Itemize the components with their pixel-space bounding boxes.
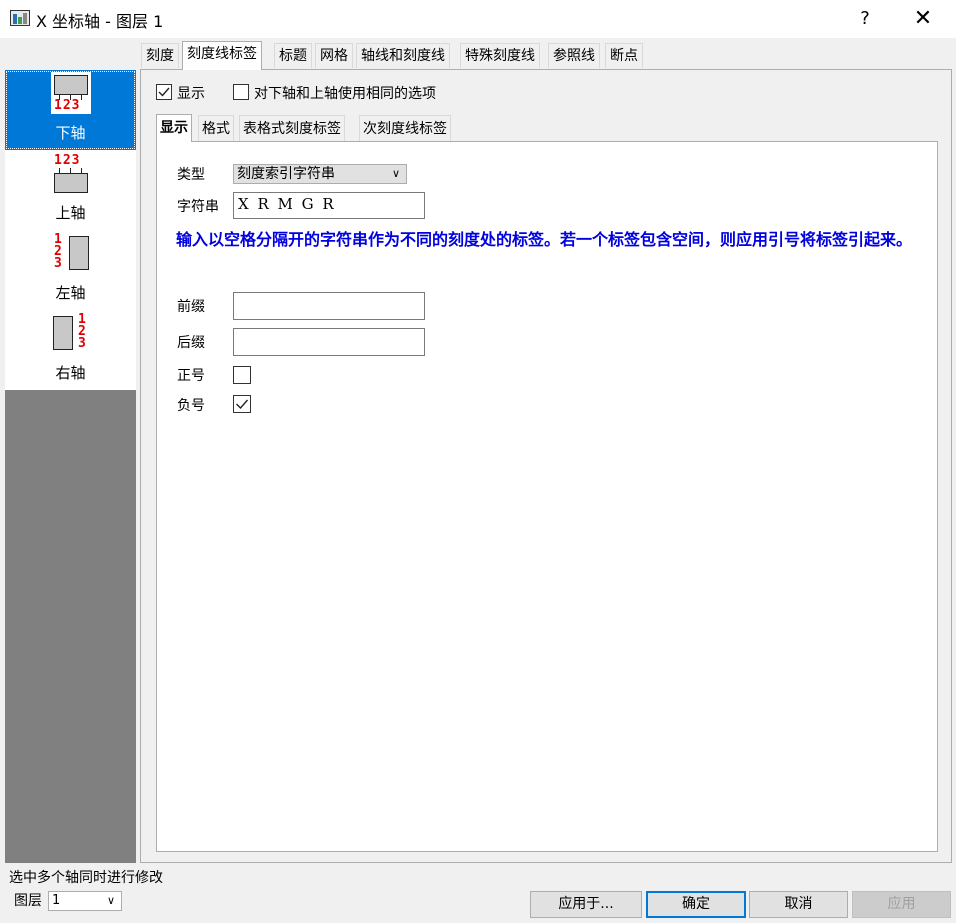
- inner-tab-display[interactable]: 显示: [156, 114, 192, 142]
- axis-item-right[interactable]: 123 右轴: [5, 310, 136, 390]
- same-options-label: 对下轴和上轴使用相同的选项: [254, 86, 436, 102]
- apply-to-button[interactable]: 应用于...: [530, 891, 642, 918]
- same-options-checkbox[interactable]: [233, 84, 249, 100]
- prefix-input[interactable]: [233, 292, 425, 320]
- layer-dropdown[interactable]: 1 ∨: [48, 891, 122, 911]
- suffix-label: 后缀: [177, 335, 205, 351]
- check-icon: [158, 87, 170, 97]
- plus-sign-label: 正号: [177, 368, 205, 384]
- axis-item-bottom[interactable]: 123 下轴: [5, 70, 136, 150]
- check-icon: [236, 399, 249, 410]
- type-label: 类型: [177, 167, 205, 183]
- close-button[interactable]: ✕: [908, 4, 938, 34]
- bottom-axis-icon: 123: [51, 72, 91, 114]
- string-label: 字符串: [177, 199, 219, 215]
- tab-axis-line-ticks[interactable]: 轴线和刻度线: [356, 43, 450, 68]
- chevron-down-icon: ∨: [391, 167, 400, 180]
- top-axis-icon: 123: [51, 152, 91, 194]
- help-text: 输入以空格分隔开的字符串作为不同的刻度处的标签。若一个标签包含空间，则应用引号将…: [176, 230, 913, 249]
- tab-breaks[interactable]: 断点: [605, 43, 643, 68]
- minus-sign-label: 负号: [177, 398, 205, 414]
- left-axis-icon: 123: [51, 233, 93, 274]
- axis-item-label: 下轴: [55, 124, 86, 142]
- type-dropdown[interactable]: 刻度索引字符串 ∨: [233, 164, 407, 184]
- right-axis-icon: 123: [51, 313, 93, 354]
- prefix-label: 前缀: [177, 299, 205, 315]
- plus-sign-checkbox[interactable]: [233, 366, 251, 384]
- tab-reference-lines[interactable]: 参照线: [548, 43, 600, 68]
- show-checkbox[interactable]: [156, 84, 172, 100]
- chevron-down-icon: ∨: [106, 894, 115, 907]
- axis-item-label: 右轴: [55, 364, 86, 382]
- inner-tab-minor-labels[interactable]: 次刻度线标签: [359, 115, 451, 141]
- tab-scale[interactable]: 刻度: [141, 43, 179, 68]
- show-label: 显示: [177, 86, 205, 102]
- window-title: X 坐标轴 - 图层 1: [36, 12, 164, 31]
- status-text: 选中多个轴同时进行修改: [9, 870, 163, 886]
- type-value: 刻度索引字符串: [237, 166, 335, 182]
- axis-item-label: 左轴: [55, 284, 86, 302]
- layer-value: 1: [52, 893, 61, 908]
- ok-button[interactable]: 确定: [646, 891, 746, 918]
- app-icon: [10, 10, 30, 26]
- tab-grid[interactable]: 网格: [315, 43, 353, 68]
- tab-title[interactable]: 标题: [274, 43, 312, 68]
- layer-label: 图层: [14, 893, 42, 909]
- axis-item-label: 上轴: [55, 204, 86, 222]
- axis-list: 123 下轴 123 上轴 123 左轴 123 右轴: [5, 70, 136, 863]
- suffix-input[interactable]: [233, 328, 425, 356]
- tab-tick-labels[interactable]: 刻度线标签: [182, 41, 262, 70]
- cancel-button[interactable]: 取消: [749, 891, 848, 918]
- string-input[interactable]: X R M G R: [233, 192, 425, 219]
- axis-item-left[interactable]: 123 左轴: [5, 230, 136, 310]
- apply-button[interactable]: 应用: [852, 891, 951, 918]
- axis-item-top[interactable]: 123 上轴: [5, 150, 136, 230]
- inner-tab-format[interactable]: 格式: [198, 115, 234, 141]
- inner-tab-table-labels[interactable]: 表格式刻度标签: [239, 115, 345, 141]
- minus-sign-checkbox[interactable]: [233, 395, 251, 413]
- help-button[interactable]: ?: [850, 4, 880, 34]
- tab-special-ticks[interactable]: 特殊刻度线: [460, 43, 540, 68]
